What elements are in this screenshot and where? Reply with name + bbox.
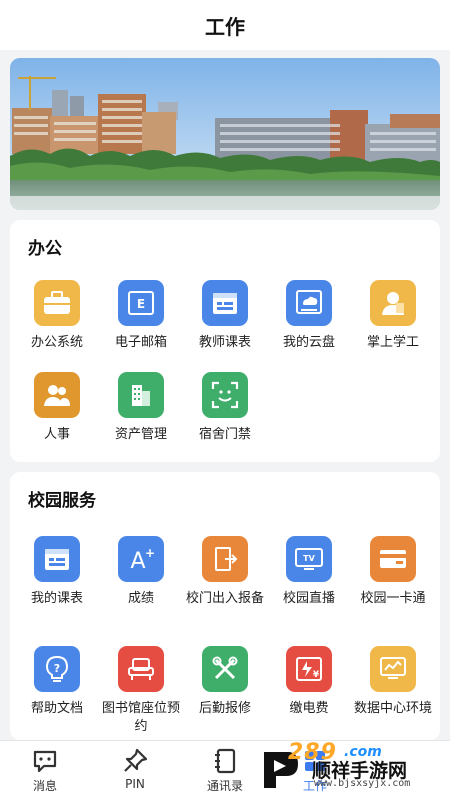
- campus-item-label: 我的课表: [30, 591, 83, 606]
- people-icon: [34, 372, 80, 418]
- campus-item-label: 数据中心环境: [353, 701, 432, 716]
- repair-tools-icon: [202, 646, 248, 692]
- schedule-icon: [202, 280, 248, 326]
- svg-text:+: +: [145, 546, 155, 560]
- face-scan-icon: [202, 372, 248, 418]
- office-item-assets[interactable]: 资产管理: [98, 372, 184, 444]
- svg-text:E: E: [137, 297, 145, 311]
- svg-text:¥: ¥: [313, 670, 320, 680]
- building-icon: [118, 372, 164, 418]
- campus-item-my-schedule[interactable]: 我的课表: [14, 536, 100, 608]
- office-section: 办公 办公系统 E 电子邮箱 教师课表 我的云盘 掌上学工 人事 资产管理 宿舍…: [10, 220, 440, 462]
- tab-label: 消息: [32, 779, 57, 793]
- office-item-teacher-schedule[interactable]: 教师课表: [182, 280, 268, 352]
- card-icon: [370, 536, 416, 582]
- electricity-bill-icon: ¥: [286, 646, 332, 692]
- tab-pin[interactable]: PIN: [100, 747, 170, 791]
- office-item-label: 掌上学工: [366, 335, 419, 350]
- campus-services-section: 校园服务 我的课表 A + 成绩 校门出入报备 TV 校园直播 校园一卡通 ? …: [10, 472, 440, 740]
- tv-icon: TV: [286, 536, 332, 582]
- top-bar: 工作: [0, 0, 450, 50]
- office-item-label: 我的云盘: [282, 335, 335, 350]
- campus-item-library-seat[interactable]: 图书馆座位预约: [98, 646, 184, 736]
- office-item-hr[interactable]: 人事: [14, 372, 100, 444]
- office-item-oa-system[interactable]: 办公系统: [14, 280, 100, 352]
- campus-item-label: 图书馆座位预约: [101, 701, 180, 734]
- office-section-title: 办公: [28, 239, 62, 259]
- office-item-email[interactable]: E 电子邮箱: [98, 280, 184, 352]
- seat-icon: [118, 646, 164, 692]
- campus-item-gate-report[interactable]: 校门出入报备: [182, 536, 268, 608]
- email-icon: E: [118, 280, 164, 326]
- tab-label: 通讯录: [206, 779, 243, 793]
- site-watermark: 289 .com 顺祥手游网 www.bjsxsyjx.com: [258, 738, 448, 794]
- schedule-icon: [34, 536, 80, 582]
- office-item-label: 资产管理: [114, 427, 167, 442]
- campus-item-label: 成绩: [127, 591, 154, 606]
- contacts-icon: [215, 748, 236, 774]
- office-item-label: 办公系统: [30, 335, 83, 350]
- campus-item-campus-card[interactable]: 校园一卡通: [350, 536, 436, 608]
- campus-item-label: 校门出入报备: [185, 591, 264, 606]
- office-item-student-work[interactable]: 掌上学工: [350, 280, 436, 352]
- campus-item-label: 帮助文档: [30, 701, 83, 716]
- office-item-label: 教师课表: [198, 335, 251, 350]
- campus-item-data-center[interactable]: 数据中心环境: [350, 646, 436, 718]
- student-work-icon: [370, 280, 416, 326]
- campus-item-live-tv[interactable]: TV 校园直播: [266, 536, 352, 608]
- campus-item-label: 后勤报修: [198, 701, 251, 716]
- tab-contacts[interactable]: 通讯录: [190, 747, 260, 794]
- grade-icon: A +: [118, 536, 164, 582]
- campus-item-grades[interactable]: A + 成绩: [98, 536, 184, 608]
- campus-item-repair[interactable]: 后勤报修: [182, 646, 268, 718]
- campus-section-title: 校园服务: [28, 491, 96, 511]
- campus-banner[interactable]: [10, 58, 440, 210]
- campus-item-electricity[interactable]: ¥ 缴电费: [266, 646, 352, 718]
- campus-item-label: 缴电费: [289, 701, 329, 716]
- svg-text:?: ?: [54, 662, 60, 675]
- briefcase-icon: [34, 280, 80, 326]
- tab-label: PIN: [125, 777, 145, 791]
- message-icon: [33, 750, 57, 773]
- campus-item-help-docs[interactable]: ? 帮助文档: [14, 646, 100, 718]
- svg-text:TV: TV: [303, 554, 315, 563]
- pin-icon: [124, 748, 148, 772]
- page-title: 工作: [205, 14, 245, 39]
- campus-item-label: 校园一卡通: [360, 591, 426, 606]
- door-exit-icon: [202, 536, 248, 582]
- cloud-disk-icon: [286, 280, 332, 326]
- data-monitor-icon: [370, 646, 416, 692]
- svg-text:A: A: [130, 549, 145, 573]
- office-item-label: 电子邮箱: [114, 335, 167, 350]
- campus-item-label: 校园直播: [282, 591, 335, 606]
- watermark-url: www.bjsxsyjx.com: [314, 778, 411, 789]
- office-item-label: 人事: [43, 427, 70, 442]
- office-item-cloud-disk[interactable]: 我的云盘: [266, 280, 352, 352]
- campus-banner-image: [10, 58, 440, 210]
- office-item-dorm-access[interactable]: 宿舍门禁: [182, 372, 268, 444]
- tab-messages[interactable]: 消息: [10, 747, 80, 794]
- office-item-label: 宿舍门禁: [198, 427, 251, 442]
- help-bulb-icon: ?: [34, 646, 80, 692]
